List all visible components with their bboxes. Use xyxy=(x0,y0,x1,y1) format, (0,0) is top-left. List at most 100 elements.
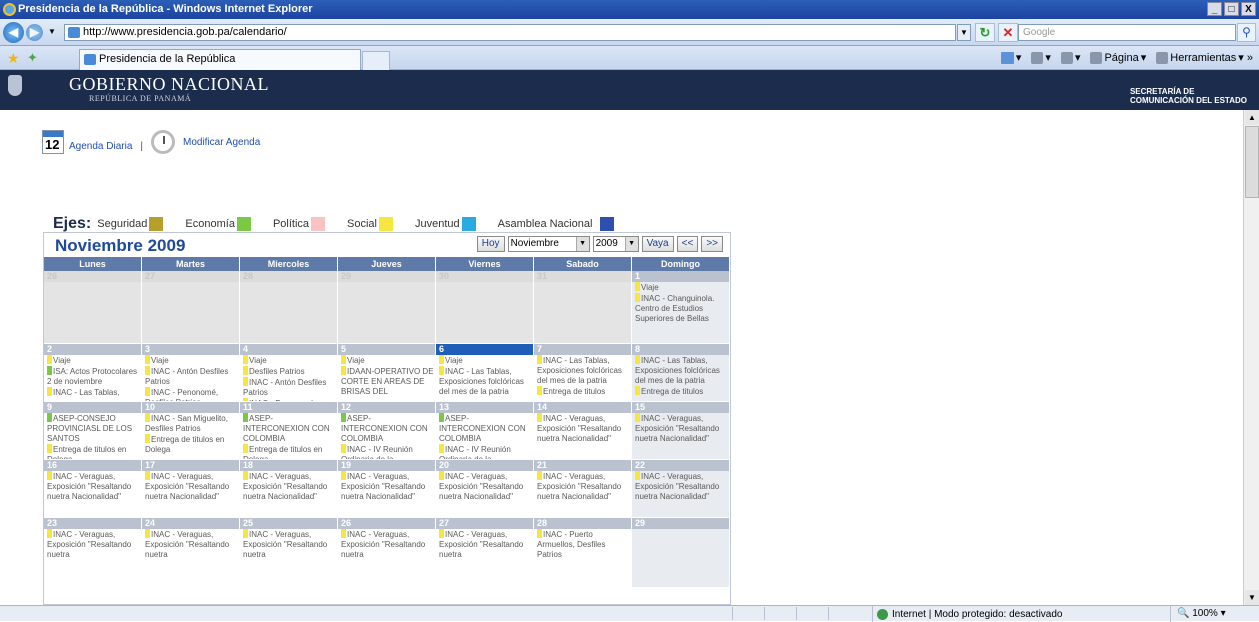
calendar-icon[interactable]: 12 xyxy=(42,130,64,154)
calendar-event[interactable]: INAC - Antón Desfiles Patrios xyxy=(240,377,337,398)
page-menu[interactable]: Página ▾ xyxy=(1090,50,1146,66)
add-favorites-icon[interactable]: ✦ xyxy=(27,50,38,66)
calendar-event[interactable]: INAC - Veraguas, Exposición "Resaltando … xyxy=(44,471,141,502)
calendar-event[interactable]: IDAAN-OPERATIVO DE CORTE EN AREAS DE BRI… xyxy=(338,366,435,397)
calendar-event[interactable]: ISA: Actos Protocolares 2 de noviembre xyxy=(44,366,141,387)
calendar-event[interactable]: INAC - Veraguas, Exposición "Resaltando … xyxy=(338,471,435,502)
calendar-event[interactable]: Viaje xyxy=(240,355,337,366)
calendar-event[interactable]: Entrega de titulos en Dolega xyxy=(142,434,239,455)
back-button[interactable]: ◀ xyxy=(3,22,24,43)
prev-month-button[interactable]: << xyxy=(676,236,699,252)
calendar-event[interactable]: Entrega de titulos en Dolega xyxy=(240,444,337,459)
calendar-event[interactable]: INAC - IV Reunión Ordinaria de la xyxy=(338,444,435,459)
address-dropdown-button[interactable]: ▼ xyxy=(957,24,971,41)
calendar-day-cell[interactable]: 27 xyxy=(142,271,240,344)
browser-tab[interactable]: Presidencia de la República xyxy=(79,49,361,70)
calendar-event[interactable]: INAC - Las Tablas, xyxy=(44,387,141,398)
calendar-day-cell[interactable]: 23 INAC - Veraguas, Exposición "Resaltand… xyxy=(44,518,142,588)
calendar-event[interactable]: INAC - Las Tablas, Exposiciones folclóri… xyxy=(632,355,729,386)
url-field[interactable]: http://www.presidencia.gob.pa/calendario… xyxy=(64,24,956,41)
zoom-control[interactable]: 🔍 100% ▾ xyxy=(1170,606,1259,622)
scroll-up-icon[interactable]: ▲ xyxy=(1245,110,1259,125)
maximize-button[interactable]: □ xyxy=(1224,2,1239,16)
calendar-event[interactable]: INAC - Veraguas, Exposición "Resaltando … xyxy=(142,529,239,560)
security-zone[interactable]: Internet | Modo protegido: desactivado xyxy=(872,606,1142,622)
calendar-event[interactable]: INAC - Veraguas, Exposición "Resaltando … xyxy=(534,471,631,502)
modificar-agenda-link[interactable]: Modificar Agenda xyxy=(183,137,260,148)
next-month-button[interactable]: >> xyxy=(701,236,723,252)
calendar-day-cell[interactable]: 19 INAC - Veraguas, Exposición "Resaltand… xyxy=(338,460,436,518)
print-button[interactable]: ▾ xyxy=(1060,50,1080,66)
calendar-day-cell[interactable]: 24 INAC - Veraguas, Exposición "Resaltand… xyxy=(142,518,240,588)
calendar-day-cell[interactable]: 18 INAC - Veraguas, Exposición "Resaltand… xyxy=(240,460,338,518)
calendar-event[interactable]: INAC - Veraguas, Exposición "Resaltando … xyxy=(436,471,533,502)
calendar-event[interactable]: INAC - Puerto Armuellos, Desfiles Patrio… xyxy=(534,529,631,560)
search-button[interactable]: ⚲ xyxy=(1237,23,1256,42)
calendar-day-cell[interactable]: 26 INAC - Veraguas, Exposición "Resaltand… xyxy=(338,518,436,588)
calendar-day-cell[interactable]: 7 INAC - Las Tablas, Exposiciones folclór… xyxy=(534,344,632,402)
stop-button[interactable]: ✕ xyxy=(998,23,1018,42)
calendar-day-cell[interactable]: 22 INAC - Veraguas, Exposición "Resaltand… xyxy=(632,460,730,518)
calendar-day-cell[interactable]: 13 ASEP-INTERCONEXION CON COLOMBIA INAC - … xyxy=(436,402,534,460)
calendar-day-cell[interactable]: 3 Viaje INAC - Antón Desfiles Patrios INAC … xyxy=(142,344,240,402)
today-button[interactable]: Hoy xyxy=(476,236,505,252)
scroll-down-icon[interactable]: ▼ xyxy=(1245,590,1259,605)
calendar-event[interactable]: Entrega de titulos xyxy=(534,386,631,397)
calendar-day-cell[interactable]: 6 Viaje INAC - Las Tablas, Exposiciones fo… xyxy=(436,344,534,402)
calendar-event[interactable]: Desfiles Patrios xyxy=(240,366,337,377)
calendar-day-cell[interactable]: 28 xyxy=(240,271,338,344)
calendar-day-cell[interactable]: 1 Viaje INAC - Changuinola. Centro de Estu… xyxy=(632,271,730,344)
new-tab-button[interactable] xyxy=(362,51,390,70)
calendar-event[interactable]: INAC - San Miguelito, Desfiles Patrios xyxy=(142,413,239,434)
calendar-event[interactable]: INAC - Veraguas, Exposición "Resaltando … xyxy=(632,471,729,502)
calendar-day-cell[interactable]: 8 INAC - Las Tablas, Exposiciones folclór… xyxy=(632,344,730,402)
calendar-day-cell[interactable]: 20 INAC - Veraguas, Exposición "Resaltand… xyxy=(436,460,534,518)
calendar-day-cell[interactable]: 28 INAC - Puerto Armuellos, Desfiles Patr… xyxy=(534,518,632,588)
calendar-day-cell[interactable]: 2 Viaje ISA: Actos Protocolares 2 de novie… xyxy=(44,344,142,402)
history-dropdown-icon[interactable]: ▼ xyxy=(48,27,56,36)
feeds-button[interactable]: ▾ xyxy=(1031,50,1051,66)
year-select[interactable]: 2009 ▼ xyxy=(592,236,639,252)
calendar-event[interactable]: ASEP-INTERCONEXION CON COLOMBIA xyxy=(338,413,435,444)
search-input[interactable]: Google xyxy=(1018,24,1236,41)
refresh-button[interactable]: ↻ xyxy=(975,23,995,42)
calendar-event[interactable]: INAC - Veraguas, Exposición "Resaltando … xyxy=(240,471,337,502)
calendar-event[interactable]: INAC - Veraguas, Exposición "Resaltando … xyxy=(240,529,337,560)
calendar-day-cell[interactable]: 31 xyxy=(534,271,632,344)
calendar-day-cell[interactable]: 26 xyxy=(44,271,142,344)
calendar-event[interactable]: INAC - Penonomé, Desfiles Patrios xyxy=(142,387,239,401)
calendar-event[interactable]: ASEP-INTERCONEXION CON COLOMBIA xyxy=(436,413,533,444)
tools-menu[interactable]: Herramientas ▾ » xyxy=(1156,50,1253,66)
calendar-event[interactable]: Viaje xyxy=(436,355,533,366)
calendar-day-cell[interactable]: 9 ASEP-CONSEJO PROVINCIASL DE LOS SANTOS E… xyxy=(44,402,142,460)
close-button[interactable]: X xyxy=(1241,2,1256,16)
calendar-day-cell[interactable]: 14 INAC - Veraguas, Exposición "Resaltand… xyxy=(534,402,632,460)
calendar-event[interactable]: ASEP-INTERCONEXION CON COLOMBIA xyxy=(240,413,337,444)
calendar-event[interactable]: INAC - Veraguas, Exposición "Resaltando … xyxy=(44,529,141,560)
month-select[interactable]: Noviembre ▼ xyxy=(507,236,590,252)
vertical-scrollbar[interactable]: ▲ ▼ xyxy=(1243,110,1259,605)
calendar-event[interactable]: Viaje xyxy=(632,282,729,293)
calendar-day-cell[interactable]: 11 ASEP-INTERCONEXION CON COLOMBIA Entrega… xyxy=(240,402,338,460)
calendar-event[interactable]: Viaje xyxy=(142,355,239,366)
calendar-day-cell[interactable]: 27 INAC - Veraguas, Exposición "Resaltand… xyxy=(436,518,534,588)
minimize-button[interactable]: _ xyxy=(1207,2,1222,16)
calendar-day-cell[interactable]: 4 Viaje Desfiles Patrios INAC - Antón Desfi… xyxy=(240,344,338,402)
calendar-event[interactable]: Entrega de titulos xyxy=(632,386,729,397)
calendar-day-cell[interactable]: 29 xyxy=(632,518,730,588)
calendar-event[interactable]: Viaje xyxy=(44,355,141,366)
calendar-event[interactable]: INAC - Antón Desfiles Patrios xyxy=(142,366,239,387)
calendar-day-cell[interactable]: 10 INAC - San Miguelito, Desfiles Patrios… xyxy=(142,402,240,460)
calendar-event[interactable]: INAC - IV Reunión Ordinaria de la xyxy=(436,444,533,459)
calendar-event[interactable]: INAC - Veraguas, Exposición "Resaltando … xyxy=(436,529,533,560)
calendar-event[interactable]: ASEP-CONSEJO PROVINCIASL DE LOS SANTOS xyxy=(44,413,141,444)
calendar-day-cell[interactable]: 12 ASEP-INTERCONEXION CON COLOMBIA INAC - … xyxy=(338,402,436,460)
calendar-day-cell[interactable]: 30 xyxy=(436,271,534,344)
home-button[interactable]: ▾ xyxy=(1000,50,1021,66)
agenda-diaria-link[interactable]: Agenda Diaria xyxy=(69,141,132,152)
calendar-day-cell[interactable]: 25 INAC - Veraguas, Exposición "Resaltand… xyxy=(240,518,338,588)
calendar-day-cell[interactable]: 17 INAC - Veraguas, Exposición "Resaltand… xyxy=(142,460,240,518)
calendar-event[interactable]: INAC - Las Tablas, Exposiciones folclóri… xyxy=(436,366,533,397)
calendar-event[interactable]: INAC - Veraguas, Exposición "Resaltando … xyxy=(534,413,631,444)
calendar-day-cell[interactable]: 5 Viaje IDAAN-OPERATIVO DE CORTE EN AREAS … xyxy=(338,344,436,402)
